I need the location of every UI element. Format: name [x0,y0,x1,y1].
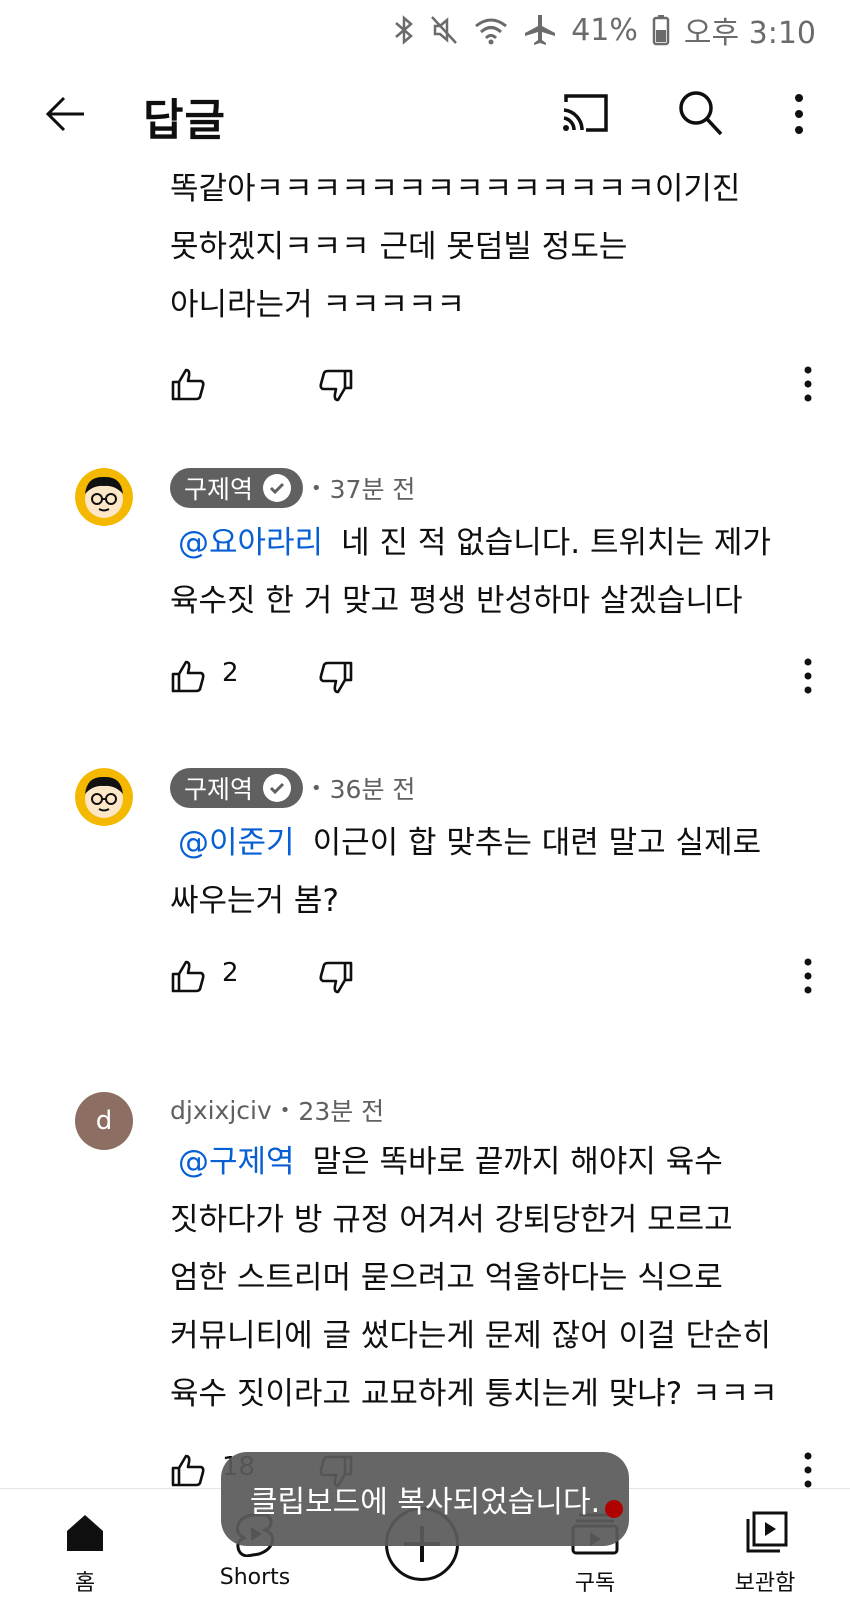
nav-label: 보관함 [734,1571,796,1596]
dislike-icon[interactable] [318,368,354,404]
nav-home[interactable]: 홈 [20,1489,150,1602]
avatar[interactable]: d [75,1092,133,1150]
avatar[interactable] [75,768,133,826]
separator-dot: • [311,777,322,799]
like-icon[interactable] [170,958,206,994]
nav-label: Shorts [219,1565,291,1590]
comment-more-icon[interactable] [800,656,816,696]
clock: 오후 3:10 [683,16,816,51]
comment-actions: 2 [170,652,820,700]
arrow-left-icon [45,96,84,132]
like-count: 2 [222,658,239,688]
separator-dot: • [311,477,322,499]
battery-percent: 41% [571,12,638,48]
home-icon [67,1515,103,1551]
app-bar: 답글 [0,70,850,154]
comment-meta: 구제역 • 36분 전 [170,768,415,808]
comment-body: @이준기 이근이 합 맞추는 대련 말고 실제로 싸우는거 봄? [170,814,810,930]
dislike-icon[interactable] [318,960,354,996]
page-title: 답글 [143,95,226,146]
airplane-icon [525,15,556,45]
comment-meta: 구제역 • 37분 전 [170,468,415,508]
status-bar: 41% 오후 3:10 [0,0,850,60]
cast-icon [563,94,608,132]
avatar[interactable] [75,468,133,526]
mute-icon [431,16,458,44]
author-name: 구제역 [184,475,254,504]
bluetooth-icon [395,15,414,45]
cast-button[interactable] [560,90,612,138]
nav-label: 구독 [574,1571,616,1596]
comment-meta: djxixjciv • 23분 전 [170,1090,384,1130]
comment-actions [170,360,820,408]
mention-link[interactable]: @요아라리 [178,525,323,561]
comment-body: @요아라리 네 진 적 없습니다. 트위치는 제가 육수짓 한 거 맞고 평생 반… [170,514,810,630]
more-vertical-icon [795,94,803,134]
comment-more-icon[interactable] [800,956,816,996]
mention-link[interactable]: @구제역 [178,1144,295,1180]
author-chip[interactable]: 구제역 [170,468,304,508]
comment-time: 36분 전 [329,775,416,804]
like-icon[interactable] [170,1452,206,1488]
like-icon[interactable] [170,366,206,402]
author-chip[interactable]: 구제역 [170,768,304,808]
comment-actions: 2 [170,952,820,1000]
comment-time: 23분 전 [298,1097,385,1126]
more-options-button[interactable] [784,90,814,138]
back-button[interactable] [42,90,90,138]
separator-dot: • [279,1099,291,1121]
nav-library[interactable]: 보관함 [700,1489,830,1602]
comment-more-icon[interactable] [800,364,816,404]
cartoon-face-avatar-icon [75,468,133,526]
search-icon [679,91,723,136]
battery-icon [652,15,670,46]
wifi-icon [475,18,508,45]
verified-check-icon [263,774,292,802]
mention-link[interactable]: @이준기 [178,825,295,861]
verified-check-icon [263,474,292,502]
search-button[interactable] [676,88,724,138]
comment-text: 말은 똑바로 끝까지 해야지 육수 짓하다가 방 규정 어겨서 강퇴당한거 모르… [170,1144,778,1412]
toast-message: 클립보드에 복사되었습니다. [221,1452,629,1546]
comment-time: 37분 전 [329,475,416,504]
comment-text: 똑같아ㅋㅋㅋㅋㅋㅋㅋㅋㅋㅋㅋㅋㅋㅋ이기진 못하겠지ㅋㅋㅋ 근데 못덤빌 정도는 … [170,171,741,323]
like-count: 2 [222,958,239,988]
cartoon-face-avatar-icon [75,768,133,826]
author-name[interactable]: djxixjciv [170,1096,272,1125]
notification-dot [605,1500,623,1518]
library-icon [746,1511,788,1553]
like-icon[interactable] [170,658,206,694]
author-name: 구제역 [184,775,254,804]
nav-label: 홈 [74,1571,96,1596]
dislike-icon[interactable] [318,660,354,696]
comment-more-icon[interactable] [800,1450,816,1490]
comment-body: @구제역 말은 똑바로 끝까지 해야지 육수 짓하다가 방 규정 어겨서 강퇴당한… [170,1133,810,1423]
